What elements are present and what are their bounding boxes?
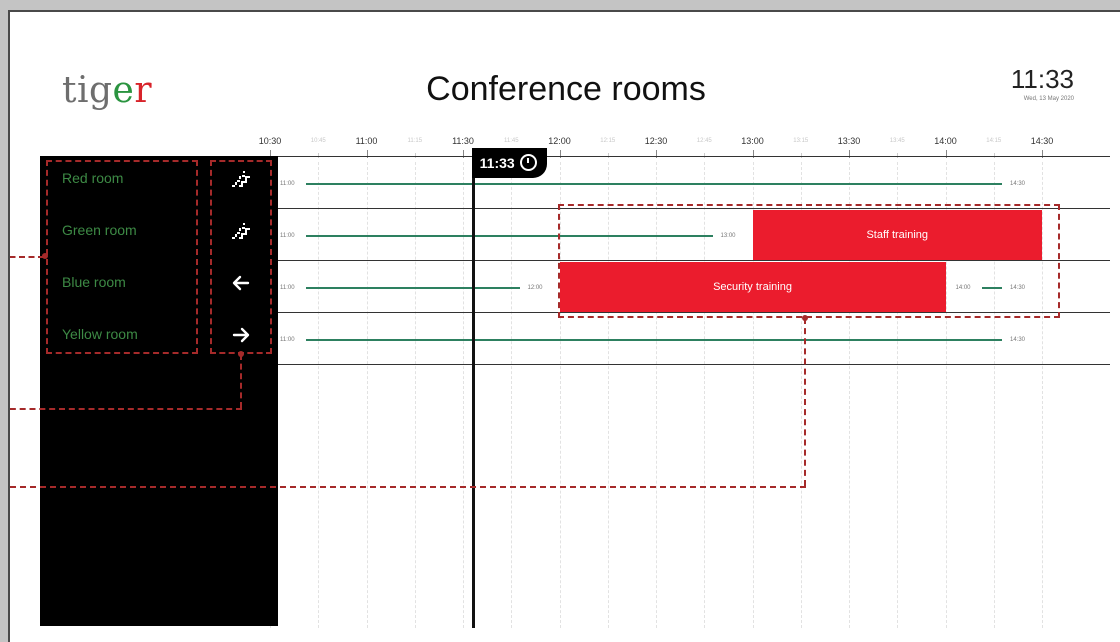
gridline xyxy=(366,162,368,628)
row-divider xyxy=(278,364,1110,365)
time-tick-label: 11:00 xyxy=(355,136,378,146)
clock: 11:33 Wed, 13 May 2020 xyxy=(1011,64,1074,102)
time-tick-label: 14:00 xyxy=(934,136,957,146)
free-slot-line[interactable] xyxy=(306,339,1002,341)
current-time-line xyxy=(471,152,475,628)
callout-line-icons-h xyxy=(10,408,242,410)
free-slot-end-label: 14:30 xyxy=(1010,181,1026,187)
callout-line-events-h xyxy=(10,486,806,488)
clock-time: 11:33 xyxy=(1010,64,1074,94)
gridline xyxy=(463,162,464,628)
time-tick-label: 14:30 xyxy=(1030,136,1054,146)
current-time-label: 11:33 xyxy=(479,155,515,171)
callout-line-events-v xyxy=(804,318,806,486)
callout-dot-names xyxy=(42,253,48,259)
time-minor-tick-label: 14:15 xyxy=(986,138,1002,144)
room-icons-highlight xyxy=(210,160,272,354)
time-minor-tick-label: 12:15 xyxy=(600,138,616,144)
free-slot-start-label: 11:00 xyxy=(280,337,295,343)
gridline xyxy=(414,162,416,628)
time-tick-label: 11:30 xyxy=(452,136,474,146)
time-minor-tick-label: 13:45 xyxy=(889,138,905,144)
free-slot-start-label: 11:00 xyxy=(280,233,295,239)
time-tick-label: 12:00 xyxy=(548,136,571,146)
room-names-highlight xyxy=(46,160,198,354)
clock-date: Wed, 13 May 2020 xyxy=(1023,96,1074,102)
time-tick-label: 10:30 xyxy=(258,136,282,146)
display-frame: tiger Conference rooms 11:33 Wed, 13 May… xyxy=(8,10,1120,642)
gridline xyxy=(318,162,320,628)
clock-icon xyxy=(519,154,537,171)
free-slot-end-label: 12:00 xyxy=(527,285,543,291)
time-minor-tick-label: 11:15 xyxy=(407,138,423,144)
page-title: Conference rooms xyxy=(426,70,706,108)
time-minor-tick-label: 10:45 xyxy=(310,138,326,144)
events-highlight xyxy=(558,204,1060,318)
row-divider xyxy=(278,156,1110,157)
free-slot-start-label: 11:00 xyxy=(280,181,295,187)
current-time-badge: 11:33 xyxy=(471,148,547,178)
free-slot-end-label: 14:30 xyxy=(1010,337,1026,343)
time-minor-tick-label: 13:15 xyxy=(793,138,809,144)
time-minor-tick-label: 12:45 xyxy=(696,138,712,144)
callout-line-icons-v xyxy=(240,354,242,408)
time-tick-label: 13:30 xyxy=(837,136,861,146)
callout-line-names xyxy=(10,256,44,258)
free-slot-line[interactable] xyxy=(306,183,1002,185)
time-minor-tick-label: 11:45 xyxy=(503,138,519,144)
time-tick-label: 13:00 xyxy=(741,136,764,146)
free-slot-start-label: 11:00 xyxy=(280,285,295,291)
gridline xyxy=(511,162,513,628)
free-slot-line[interactable] xyxy=(306,287,520,289)
time-tick-label: 12:30 xyxy=(644,136,668,146)
